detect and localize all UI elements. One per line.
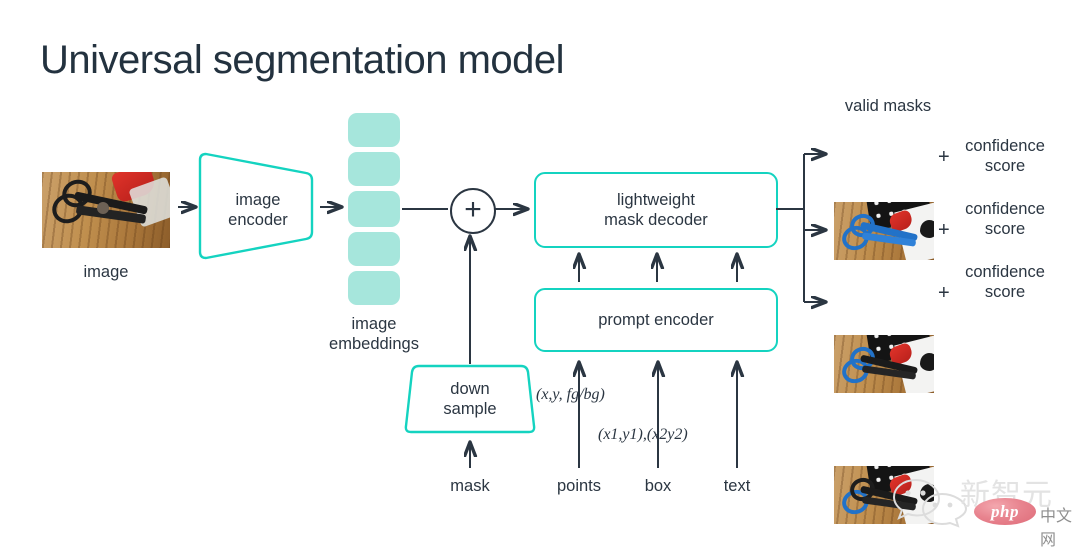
plus-symbol-2: + — [938, 219, 950, 241]
box-annotation: (x1,y1),(x2y2) — [598, 426, 688, 443]
image-encoder-label: image encoder — [206, 190, 310, 230]
diagram-canvas: Universal segmentation model image image… — [0, 0, 1080, 549]
output-mask-thumbnail-2 — [834, 335, 934, 393]
plus-symbol: + — [464, 193, 482, 226]
image-embeddings-label-line1: image — [351, 315, 397, 333]
confidence-score-2: confidence score — [950, 199, 1060, 239]
confidence-score-2-line2: score — [984, 220, 1026, 239]
plus-circle-junction: + — [450, 188, 496, 234]
output-mask-thumbnail-1 — [834, 202, 934, 260]
input-image-label: image — [83, 263, 129, 281]
prompt-input-label-mask: mask — [450, 477, 490, 495]
prompt-encoder-label: prompt encoder — [598, 310, 714, 329]
input-photo — [42, 172, 170, 248]
plus-symbol-1: + — [938, 146, 950, 168]
prompt-encoder-box: prompt encoder — [534, 288, 778, 352]
confidence-score-1-line1: confidence — [965, 137, 1045, 155]
image-embedding-chip — [348, 191, 400, 227]
confidence-score-2-line1: confidence — [965, 200, 1045, 218]
image-embeddings-label: image embeddings — [314, 314, 434, 354]
plus-symbol-3: + — [938, 282, 950, 304]
image-embedding-chip — [348, 271, 400, 305]
php-logo: php — [974, 498, 1036, 525]
mask-decoder-label-line1: lightweight — [617, 190, 695, 209]
image-encoder-label-line1: image — [235, 191, 281, 209]
image-embedding-chip — [348, 232, 400, 266]
confidence-score-3: confidence score — [950, 262, 1060, 302]
watermark-site: 中文网 — [1040, 506, 1073, 549]
mask-decoder-label-line2: mask decoder — [604, 211, 708, 229]
down-sample-label-line1: down — [450, 380, 490, 398]
page-title: Universal segmentation model — [40, 38, 565, 82]
image-embeddings-label-line2: embeddings — [329, 335, 419, 354]
confidence-score-1-line2: score — [984, 157, 1026, 176]
points-annotation: (x,y, fg/bg) — [536, 386, 605, 403]
wechat-icon — [892, 478, 968, 528]
confidence-score-3-line1: confidence — [965, 263, 1045, 281]
valid-masks-header: valid masks — [844, 97, 932, 115]
image-encoder-label-line2: encoder — [228, 211, 288, 230]
lightweight-mask-decoder-box: lightweight mask decoder — [534, 172, 778, 248]
down-sample-label-line2: sample — [443, 400, 497, 419]
confidence-score-3-line2: score — [984, 283, 1026, 302]
down-sample-label: down sample — [412, 379, 528, 419]
watermark: 新智元 php 中文网 — [890, 468, 1072, 549]
prompt-input-label-text: text — [723, 477, 751, 495]
confidence-score-1: confidence score — [950, 136, 1060, 176]
image-embedding-chip — [348, 152, 400, 186]
image-embedding-chip — [348, 113, 400, 147]
